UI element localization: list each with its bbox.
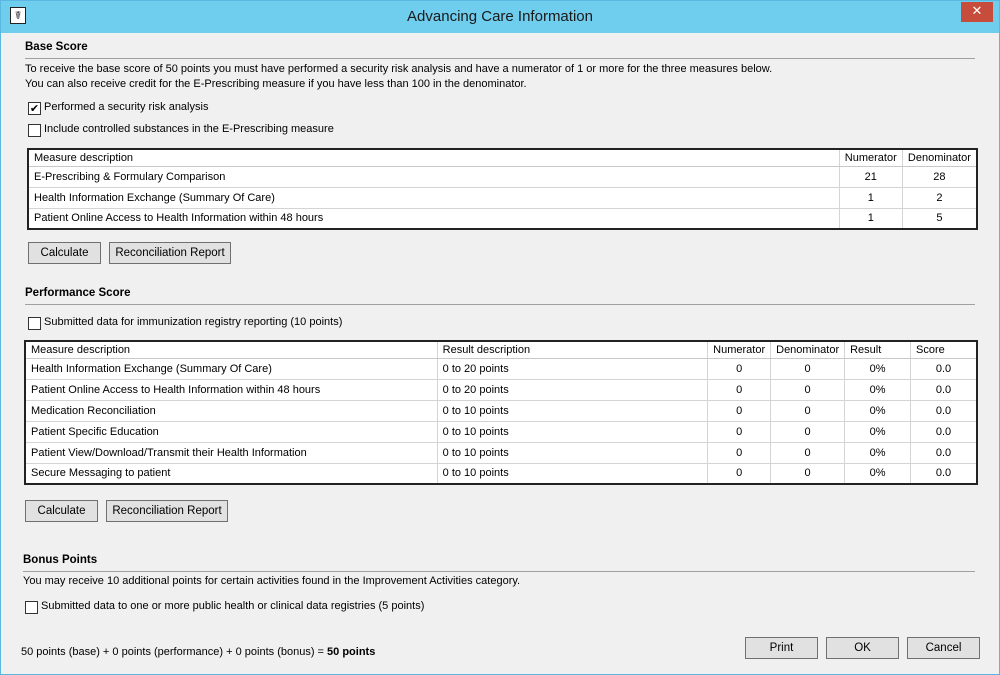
print-button[interactable]: Print (745, 637, 818, 659)
base-reconciliation-report-button[interactable]: Reconciliation Report (109, 242, 231, 264)
performance-measures-table: Measure description Result description N… (24, 340, 978, 485)
result-description: 0 to 10 points (437, 442, 709, 464)
result-cell: 0% (844, 442, 912, 464)
close-icon: ✕ (971, 4, 983, 19)
denominator-cell: 0 (770, 400, 846, 422)
col-numerator[interactable]: Numerator (707, 341, 772, 359)
result-cell: 0% (844, 400, 912, 422)
numerator-cell: 0 (707, 463, 772, 485)
performance-score-title: Performance Score (25, 287, 131, 299)
measure-description: Patient View/Download/Transmit their Hea… (25, 442, 438, 464)
result-description: 0 to 20 points (437, 379, 709, 401)
ok-button[interactable]: OK (826, 637, 899, 659)
result-description: 0 to 20 points (437, 358, 709, 380)
base-score-intro-line2: You can also receive credit for the E-Pr… (25, 78, 527, 90)
base-calculate-button[interactable]: Calculate (28, 242, 101, 264)
denominator-cell[interactable]: 5 (902, 208, 978, 230)
result-cell: 0% (844, 463, 912, 485)
denominator-cell[interactable]: 2 (902, 187, 978, 209)
immunization-registry-checkbox[interactable] (28, 317, 41, 330)
perf-reconciliation-report-button[interactable]: Reconciliation Report (106, 500, 228, 522)
result-cell: 0% (844, 421, 912, 443)
points-summary: 50 points (base) + 0 points (performance… (21, 646, 375, 658)
score-cell: 0.0 (910, 358, 978, 380)
bonus-points-divider (23, 571, 975, 572)
measure-description: Health Information Exchange (Summary Of … (25, 358, 438, 380)
result-description: 0 to 10 points (437, 400, 709, 422)
base-score-divider (25, 58, 975, 59)
denominator-cell[interactable]: 28 (902, 166, 978, 188)
bonus-points-intro: You may receive 10 additional points for… (23, 575, 521, 587)
table-row[interactable]: Health Information Exchange (Summary Of … (28, 187, 978, 209)
col-result-description[interactable]: Result description (437, 341, 709, 359)
measure-description: Medication Reconciliation (25, 400, 438, 422)
bonus-points-title: Bonus Points (23, 554, 98, 566)
result-description: 0 to 10 points (437, 421, 709, 443)
table-row[interactable]: Patient Online Access to Health Informat… (25, 379, 978, 401)
denominator-cell: 0 (770, 442, 846, 464)
measure-description: E-Prescribing & Formulary Comparison (28, 166, 840, 188)
numerator-cell: 0 (707, 421, 772, 443)
score-cell: 0.0 (910, 421, 978, 443)
table-row[interactable]: Patient View/Download/Transmit their Hea… (25, 442, 978, 464)
points-total: 50 points (327, 646, 376, 658)
numerator-cell: 0 (707, 379, 772, 401)
perf-calculate-button[interactable]: Calculate (25, 500, 98, 522)
numerator-cell: 0 (707, 400, 772, 422)
col-denominator[interactable]: Denominator (902, 149, 978, 167)
result-cell: 0% (844, 379, 912, 401)
registries-label: Submitted data to one or more public hea… (41, 600, 425, 612)
measure-description: Patient Online Access to Health Informat… (28, 208, 840, 230)
col-score[interactable]: Score (910, 341, 978, 359)
col-numerator[interactable]: Numerator (839, 149, 903, 167)
result-cell: 0% (844, 358, 912, 380)
title-bar[interactable]: ☤ Advancing Care Information ✕ (1, 1, 999, 33)
registries-checkbox[interactable] (25, 601, 38, 614)
points-summary-text: 50 points (base) + 0 points (performance… (21, 646, 328, 658)
score-cell: 0.0 (910, 379, 978, 401)
window-title: Advancing Care Information (407, 8, 593, 25)
score-cell: 0.0 (910, 400, 978, 422)
base-score-intro-line1: To receive the base score of 50 points y… (25, 63, 773, 75)
col-denominator[interactable]: Denominator (770, 341, 846, 359)
numerator-cell[interactable]: 21 (839, 166, 903, 188)
measure-description: Patient Specific Education (25, 421, 438, 443)
table-row[interactable]: Secure Messaging to patient 0 to 10 poin… (25, 463, 978, 485)
controlled-substances-label: Include controlled substances in the E-P… (44, 123, 334, 135)
denominator-cell: 0 (770, 421, 846, 443)
table-row[interactable]: Patient Online Access to Health Informat… (28, 208, 978, 230)
measure-description: Patient Online Access to Health Informat… (25, 379, 438, 401)
table-row[interactable]: Medication Reconciliation 0 to 10 points… (25, 400, 978, 422)
table-header-row: Measure description Result description N… (25, 341, 978, 359)
performance-score-divider (25, 304, 975, 305)
table-header-row: Measure description Numerator Denominato… (28, 149, 978, 167)
cancel-button[interactable]: Cancel (907, 637, 980, 659)
close-button[interactable]: ✕ (961, 2, 993, 22)
base-score-title: Base Score (25, 41, 88, 53)
col-measure-description[interactable]: Measure description (28, 149, 840, 167)
security-risk-label: Performed a security risk analysis (44, 101, 209, 113)
immunization-registry-label: Submitted data for immunization registry… (44, 316, 343, 328)
denominator-cell: 0 (770, 379, 846, 401)
denominator-cell: 0 (770, 463, 846, 485)
score-cell: 0.0 (910, 463, 978, 485)
numerator-cell: 0 (707, 358, 772, 380)
measure-description: Health Information Exchange (Summary Of … (28, 187, 840, 209)
dialog-window: ☤ Advancing Care Information ✕ Base Scor… (0, 0, 1000, 675)
result-description: 0 to 10 points (437, 463, 709, 485)
numerator-cell: 0 (707, 442, 772, 464)
score-cell: 0.0 (910, 442, 978, 464)
numerator-cell[interactable]: 1 (839, 187, 903, 209)
security-risk-checkbox[interactable]: ✔ (28, 102, 41, 115)
numerator-cell[interactable]: 1 (839, 208, 903, 230)
table-row[interactable]: E-Prescribing & Formulary Comparison 21 … (28, 166, 978, 188)
measure-description: Secure Messaging to patient (25, 463, 438, 485)
denominator-cell: 0 (770, 358, 846, 380)
table-row[interactable]: Health Information Exchange (Summary Of … (25, 358, 978, 380)
col-measure-description[interactable]: Measure description (25, 341, 438, 359)
controlled-substances-checkbox[interactable] (28, 124, 41, 137)
col-result[interactable]: Result (844, 341, 912, 359)
table-row[interactable]: Patient Specific Education 0 to 10 point… (25, 421, 978, 443)
base-measures-table: Measure description Numerator Denominato… (27, 148, 978, 230)
